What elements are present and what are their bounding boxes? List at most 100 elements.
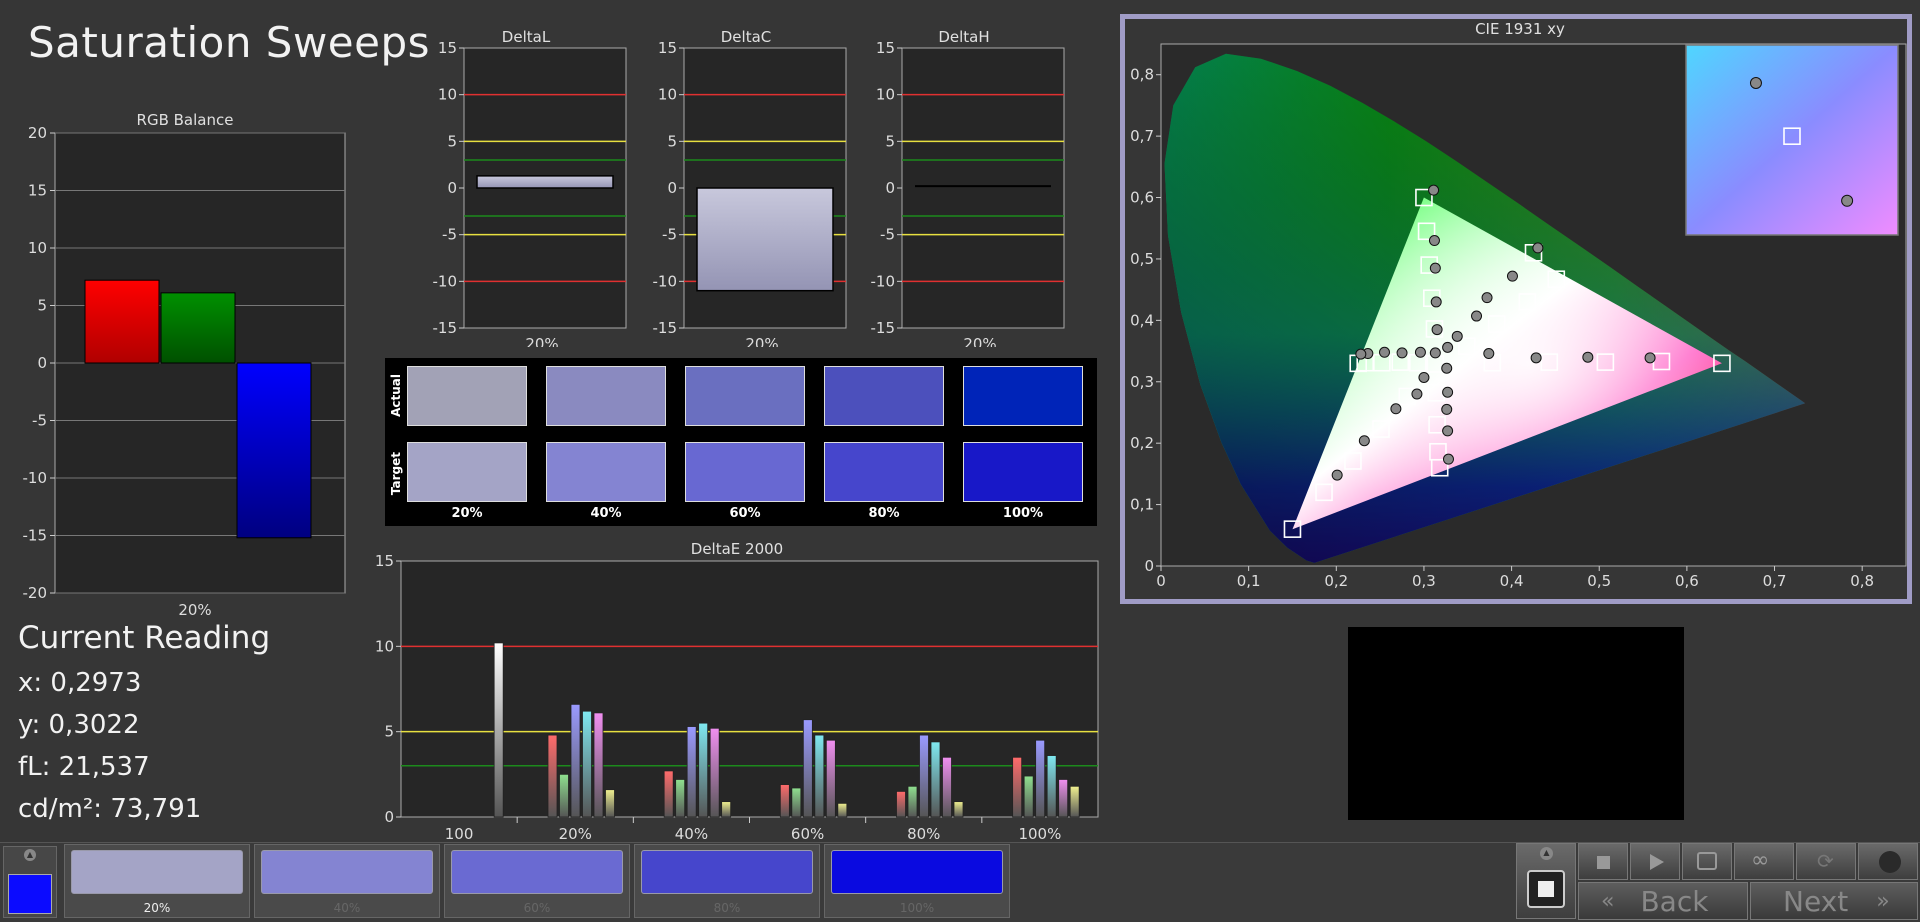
delta-c-chart: DeltaC 15 10 5 0 -5 -10 -15 20% <box>653 28 847 347</box>
play-button[interactable] <box>1630 843 1680 880</box>
delta-e-bar <box>1069 785 1080 818</box>
delta-tick-label: 10 <box>876 86 895 104</box>
measured-point <box>1582 351 1594 363</box>
delta-e-bar <box>709 727 720 818</box>
patch-strip-item[interactable]: 100% <box>824 844 1010 918</box>
swatch-label: 100% <box>1002 506 1044 521</box>
delta-e-bar <box>814 734 825 818</box>
frame-icon <box>1697 852 1717 870</box>
measured-point <box>1442 453 1454 465</box>
measured-point <box>1414 346 1426 358</box>
chevron-up-icon[interactable]: ▲ <box>1540 847 1553 860</box>
delta-category-label: 20% <box>963 335 996 347</box>
cie-x-tick-label: 0,8 <box>1850 572 1874 590</box>
delta-category-label: 20% <box>525 335 558 347</box>
patch-strip-item[interactable]: 60% <box>444 844 630 918</box>
double-chevron-left-icon: « <box>1601 888 1615 914</box>
refresh-icon: ⟳ <box>1817 849 1834 873</box>
cie-y-tick-label: 0,8 <box>1130 66 1154 84</box>
page-title: Saturation Sweeps <box>28 18 431 67</box>
delta-bar <box>915 185 1051 188</box>
delta-tick-label: 15 <box>658 39 677 57</box>
continuous-button[interactable]: ∞ <box>1734 843 1794 880</box>
cie-y-tick-label: 0 <box>1144 557 1154 575</box>
measured-point <box>1411 388 1423 400</box>
delta-e-bar <box>791 787 802 818</box>
rgb-bar <box>84 279 160 364</box>
stop-button[interactable] <box>1578 843 1628 880</box>
rgb-tick-label: 0 <box>37 354 47 372</box>
delta-e-bar <box>721 801 732 818</box>
rgb-tick-label: 20 <box>28 124 47 142</box>
rgb-tick-label: 15 <box>28 182 47 200</box>
delta-tick-label: 0 <box>885 179 895 197</box>
cie-x-tick-label: 0,4 <box>1500 572 1524 590</box>
delta-e-bar <box>663 770 674 818</box>
measured-point <box>1441 362 1453 374</box>
record-button[interactable] <box>1858 843 1918 880</box>
measured-point <box>1530 352 1542 364</box>
rgb-category-label: 20% <box>178 601 211 615</box>
delta-e-bar <box>907 785 918 818</box>
patch-strip-item[interactable]: 40% <box>254 844 440 918</box>
patch-strip-item[interactable]: 20% <box>64 844 250 918</box>
delta-e-bar <box>1035 739 1046 818</box>
actual-row-label: Actual <box>389 374 403 417</box>
current-patch-panel[interactable]: ▲ <box>3 846 57 918</box>
delta-e-bar <box>593 712 604 818</box>
swatch-label: 80% <box>868 506 900 521</box>
measured-point <box>1396 347 1408 359</box>
swatch-comparison-panel: Actual Target 20% 40% 60% 80% 100% <box>385 358 1097 526</box>
measure-once-button[interactable] <box>1682 843 1732 880</box>
delta-e-bar <box>675 779 686 818</box>
measured-point <box>1483 348 1495 360</box>
delta-e-bar <box>896 790 906 818</box>
patch-strip-swatch <box>261 850 433 894</box>
cie-x-tick-label: 0,6 <box>1675 572 1699 590</box>
delta-tick-label: 0 <box>667 179 677 197</box>
delta-e-category-label: 20% <box>559 825 592 840</box>
patch-strip-swatch <box>641 850 813 894</box>
patch-strip-swatch <box>71 850 243 894</box>
cie-y-tick-label: 0,1 <box>1130 496 1154 514</box>
patch-strip-label: 80% <box>713 901 741 915</box>
inset-measured-point <box>1841 194 1854 207</box>
chevron-up-icon[interactable]: ▲ <box>24 849 36 861</box>
delta-e-bar <box>493 642 504 818</box>
reading-y: y: 0,3022 <box>18 710 140 740</box>
target-row-label: Target <box>389 452 403 496</box>
delta-e-bar <box>953 801 964 818</box>
delta-e-bar <box>582 710 592 818</box>
delta-e-category-label: 100% <box>1018 825 1061 840</box>
stop-icon[interactable] <box>1527 870 1565 908</box>
back-button[interactable]: « Back <box>1578 882 1748 920</box>
delta-e-category-label: 40% <box>675 825 708 840</box>
measured-point <box>1358 435 1370 447</box>
delta-e-bar <box>825 739 836 818</box>
reading-x: x: 0,2973 <box>18 668 142 698</box>
inset-measured-point <box>1749 77 1762 89</box>
target-swatch <box>407 442 527 502</box>
measured-point <box>1442 386 1454 398</box>
refresh-button[interactable]: ⟳ <box>1796 843 1856 880</box>
stop-measure-panel[interactable]: ▲ <box>1516 843 1576 919</box>
next-button[interactable]: Next » <box>1750 882 1918 920</box>
measured-point <box>1441 403 1453 415</box>
cie-y-tick-label: 0,6 <box>1130 189 1154 207</box>
cie-y-tick-label: 0,3 <box>1130 373 1154 391</box>
cie-title: CIE 1931 xy <box>1475 20 1565 38</box>
infinity-icon: ∞ <box>1751 848 1770 873</box>
patch-strip-item[interactable]: 80% <box>634 844 820 918</box>
actual-swatch <box>546 366 666 426</box>
measured-point <box>1331 469 1343 481</box>
delta-tick-label: -10 <box>653 272 678 290</box>
delta-e-tick-label: 10 <box>375 637 394 655</box>
measured-point <box>1532 242 1544 254</box>
delta-tick-label: -10 <box>433 272 458 290</box>
measured-point <box>1429 347 1441 359</box>
rgb-balance-title: RGB Balance <box>137 111 234 129</box>
rgb-tick-label: 10 <box>28 239 47 257</box>
delta-e-bar <box>802 719 813 818</box>
delta-plot-area <box>901 47 1065 329</box>
delta-tick-label: 15 <box>438 39 457 57</box>
